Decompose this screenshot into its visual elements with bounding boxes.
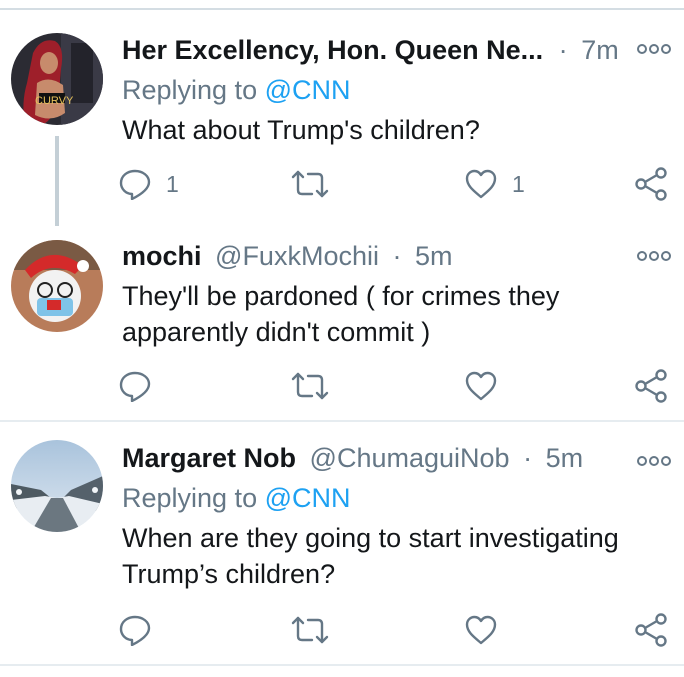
replying-label: Replying to [122,483,258,513]
like-icon [465,169,497,199]
tweet-header: mochi @FuxkMochii · 5m [122,238,453,274]
separator-dot: · [392,241,402,271]
replying-to: Replying to @CNN [122,480,351,516]
retweet-button[interactable] [290,610,344,650]
user-handle[interactable]: @FuxkMochii [215,241,379,271]
timestamp[interactable]: 5m [546,443,584,473]
avatar[interactable]: CURVY [11,33,103,125]
more-button[interactable] [636,42,672,56]
share-button[interactable] [633,164,669,204]
tweet-header: Margaret Nob @ChumaguiNob · 5m [122,440,583,476]
display-name[interactable]: Her Excellency, Hon. Queen Ne... [122,35,543,65]
tweet-actions [118,366,678,406]
reply-icon [119,169,151,200]
reply-icon [119,371,151,402]
tweet-text: They'll be pardoned ( for crimes they ap… [122,281,560,347]
like-button[interactable] [464,610,512,650]
more-button[interactable] [636,454,672,468]
tweet-divider [0,664,684,666]
replying-mention[interactable]: @CNN [265,483,351,513]
tweet-1[interactable]: CURVY Her Excellency, Hon. Queen Ne... ·… [0,14,684,228]
share-icon [635,613,667,647]
reply-count: 1 [166,170,179,197]
retweet-button[interactable] [290,366,344,406]
share-icon [635,369,667,403]
avatar[interactable] [11,240,103,332]
tweet-text: When are they going to start investigati… [122,523,619,589]
like-count: 1 [512,170,525,197]
share-icon [635,167,667,201]
retweet-icon [291,616,329,644]
tweet-text: What about Trump's children? [122,115,480,145]
tweet-2[interactable]: mochi @FuxkMochii · 5m They'll be pardon… [0,226,684,418]
tweet-3[interactable]: Margaret Nob @ChumaguiNob · 5m Replying … [0,422,684,660]
share-button[interactable] [633,366,669,406]
retweet-icon [291,170,329,198]
replying-mention[interactable]: @CNN [265,75,351,105]
retweet-button[interactable] [290,164,344,204]
thread-line [55,136,59,228]
like-button[interactable] [464,366,512,406]
reply-button[interactable] [118,610,166,650]
reply-button[interactable]: 1 [118,164,179,204]
tweet-actions: 1 1 [118,164,678,204]
reply-button[interactable] [118,366,166,406]
tweet-actions [118,610,678,650]
display-name[interactable]: Margaret Nob [122,443,296,473]
avatar[interactable] [11,440,103,532]
reply-icon [119,615,151,646]
separator-dot: · [523,443,533,473]
more-icon [637,251,671,261]
replying-to: Replying to @CNN [122,72,351,108]
like-icon [465,371,497,401]
timestamp[interactable]: 5m [415,241,453,271]
more-button[interactable] [636,249,672,263]
user-handle[interactable]: @ChumaguiNob [310,443,510,473]
top-bar [0,0,684,14]
more-icon [637,456,671,466]
like-icon [465,615,497,645]
retweet-icon [291,372,329,400]
replying-label: Replying to [122,75,258,105]
like-button[interactable]: 1 [464,164,525,204]
avatar-text: CURVY [35,95,74,107]
display-name[interactable]: mochi [122,241,202,271]
more-icon [637,44,671,54]
tweet-header: Her Excellency, Hon. Queen Ne... · 7m [122,32,619,68]
share-button[interactable] [633,610,669,650]
top-separator [0,8,684,10]
timestamp[interactable]: 7m [581,35,619,65]
separator-dot: · [558,35,568,65]
